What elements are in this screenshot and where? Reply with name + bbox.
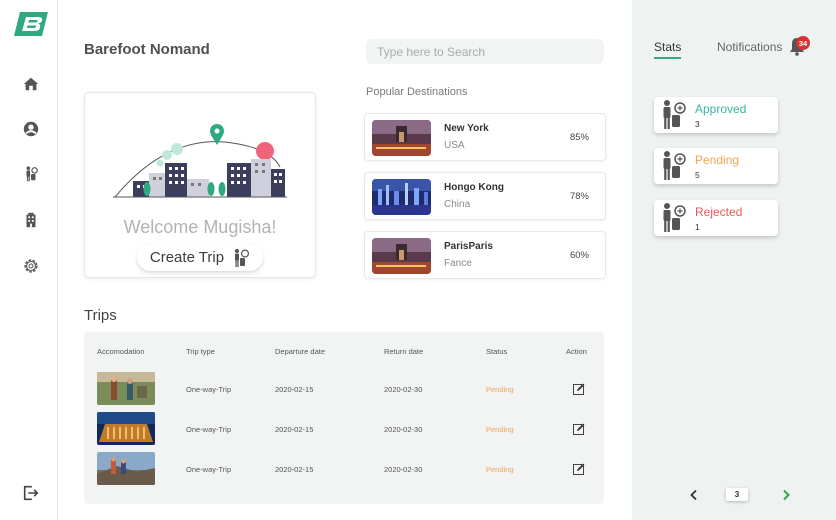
traveler-icon <box>235 248 250 267</box>
stat-card-rejected[interactable]: Rejected 1 <box>654 200 778 236</box>
column-header: Status <box>486 347 508 356</box>
edit-icon[interactable] <box>573 383 585 395</box>
destination-card[interactable]: New York USA 85% <box>364 113 606 161</box>
destination-country: China <box>444 199 471 210</box>
destination-photo <box>372 120 431 156</box>
trip-type: One-way-Trip <box>186 385 232 394</box>
building-icon[interactable] <box>21 210 41 230</box>
return-date: 2020-02-30 <box>384 425 423 434</box>
return-date: 2020-02-30 <box>384 465 423 474</box>
column-header: Action <box>566 347 587 356</box>
main-content: Barefoot Nomand Type here to Search Welc… <box>58 0 632 520</box>
right-panel: Stats Notifications 34 Approved 3 Pendin… <box>632 0 836 520</box>
destination-card[interactable]: ParisParis Fance 60% <box>364 231 606 279</box>
destination-city: New York <box>444 123 489 134</box>
departure-date: 2020-02-15 <box>275 385 314 394</box>
stat-count: 3 <box>695 119 700 129</box>
stat-label: Rejected <box>695 205 743 219</box>
tab-notifications[interactable]: Notifications <box>717 40 782 54</box>
departure-date: 2020-02-15 <box>275 465 314 474</box>
home-icon[interactable] <box>21 74 41 94</box>
welcome-card: Welcome Mugisha! Create Trip <box>84 92 316 278</box>
trips-title: Trips <box>84 307 117 324</box>
destination-photo <box>372 179 431 215</box>
profile-icon[interactable] <box>21 119 41 139</box>
trip-type: One-way-Trip <box>186 425 232 434</box>
app-logo[interactable] <box>12 10 52 38</box>
stat-label: Approved <box>695 102 747 116</box>
stat-card-pending[interactable]: Pending 5 <box>654 148 778 184</box>
traveler-icon <box>663 100 686 129</box>
departure-date: 2020-02-15 <box>275 425 314 434</box>
table-row[interactable]: One-way-Trip 2020-02-15 2020-02-30 Pendi… <box>84 412 604 446</box>
return-date: 2020-02-30 <box>384 385 423 394</box>
accommodation-photo <box>97 452 155 485</box>
column-header: Trip type <box>186 347 215 356</box>
column-header: Return date <box>384 347 424 356</box>
logout-icon[interactable] <box>21 483 41 503</box>
create-trip-button[interactable]: Create Trip <box>137 244 263 271</box>
traveler-icon <box>663 203 686 232</box>
table-row[interactable]: One-way-Trip 2020-02-15 2020-02-30 Pendi… <box>84 372 604 406</box>
stat-card-approved[interactable]: Approved 3 <box>654 97 778 133</box>
create-trip-label: Create Trip <box>149 249 225 266</box>
chevron-right-icon[interactable] <box>780 489 792 501</box>
chevron-left-icon[interactable] <box>688 489 700 501</box>
sidebar <box>0 0 58 520</box>
destination-country: Fance <box>444 258 472 269</box>
notification-count-badge: 34 <box>796 36 810 50</box>
settings-icon[interactable] <box>21 256 41 276</box>
column-header: Departure date <box>275 347 326 356</box>
destination-percent: 60% <box>569 250 589 261</box>
tab-stats[interactable]: Stats <box>654 40 682 59</box>
status-badge: Pending <box>486 425 514 434</box>
welcome-message: Welcome Mugisha! <box>123 217 277 237</box>
popular-destinations-title: Popular Destinations <box>366 86 468 98</box>
destination-city: Hongo Kong <box>444 182 504 193</box>
destination-percent: 85% <box>569 132 589 143</box>
status-badge: Pending <box>486 385 514 394</box>
search-input[interactable] <box>366 39 604 64</box>
accommodation-photo <box>97 372 155 405</box>
current-page[interactable]: 3 <box>726 488 748 501</box>
destination-country: USA <box>444 140 465 151</box>
status-badge: Pending <box>486 465 514 474</box>
stat-count: 5 <box>695 170 700 180</box>
accommodation-photo <box>97 412 155 445</box>
city-illustration <box>113 124 287 198</box>
page-title: Barefoot Nomand <box>84 41 210 58</box>
stat-label: Pending <box>695 153 740 167</box>
destination-city: ParisParis <box>444 241 493 252</box>
column-header: Accomodation <box>97 347 145 356</box>
destination-percent: 78% <box>569 191 589 202</box>
edit-icon[interactable] <box>573 463 585 475</box>
trip-type: One-way-Trip <box>186 465 232 474</box>
edit-icon[interactable] <box>573 423 585 435</box>
stat-count: 1 <box>695 222 700 232</box>
trips-table: Accomodation Trip type Departure date Re… <box>84 332 604 504</box>
traveler-icon <box>663 151 686 180</box>
destination-photo <box>372 238 431 274</box>
table-row[interactable]: One-way-Trip 2020-02-15 2020-02-30 Pendi… <box>84 452 604 486</box>
traveler-icon[interactable] <box>21 164 41 184</box>
destination-card[interactable]: Hongo Kong China 78% <box>364 172 606 220</box>
